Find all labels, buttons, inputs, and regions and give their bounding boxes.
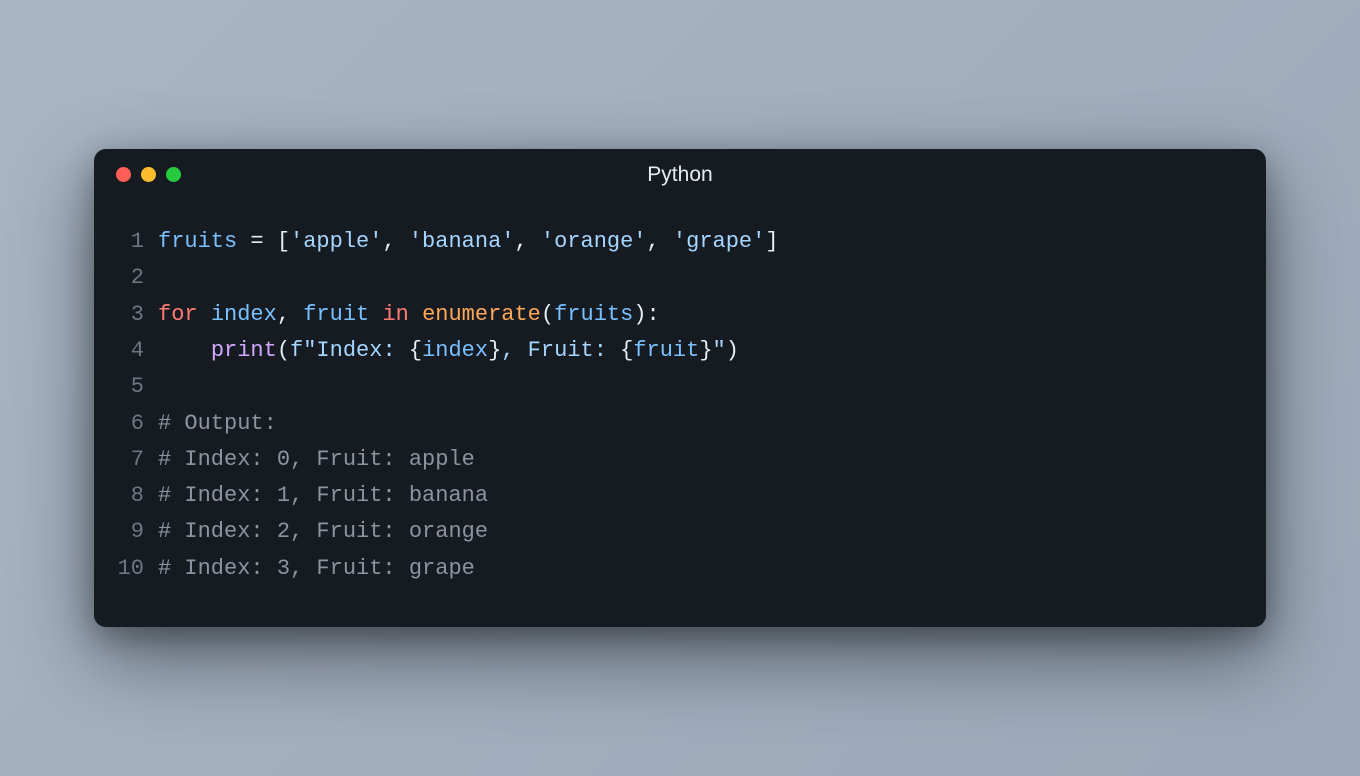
code-line: 1fruits = ['apple', 'banana', 'orange', … bbox=[116, 224, 1244, 260]
code-line: 3for index, fruit in enumerate(fruits): bbox=[116, 297, 1244, 333]
maximize-icon[interactable] bbox=[166, 167, 181, 182]
token-name: fruits bbox=[158, 229, 237, 254]
line-number: 9 bbox=[116, 514, 158, 550]
code-line: 7# Index: 0, Fruit: apple bbox=[116, 442, 1244, 478]
token-punct: , bbox=[647, 229, 673, 254]
code-area[interactable]: 1fruits = ['apple', 'banana', 'orange', … bbox=[94, 194, 1266, 627]
token-op bbox=[158, 338, 211, 363]
code-content: fruits = ['apple', 'banana', 'orange', '… bbox=[158, 224, 779, 260]
token-punct: [ bbox=[277, 229, 290, 254]
token-fstr: , Fruit: bbox=[501, 338, 620, 363]
titlebar: Python bbox=[94, 149, 1266, 194]
token-str: 'banana' bbox=[409, 229, 515, 254]
line-number: 4 bbox=[116, 333, 158, 369]
token-str: 'apple' bbox=[290, 229, 382, 254]
line-number: 6 bbox=[116, 406, 158, 442]
token-kw: for bbox=[158, 302, 198, 327]
code-content: print(f"Index: {index}, Fruit: {fruit}") bbox=[158, 333, 739, 369]
minimize-icon[interactable] bbox=[141, 167, 156, 182]
token-op bbox=[369, 302, 382, 327]
code-content: for index, fruit in enumerate(fruits): bbox=[158, 297, 660, 333]
token-punct: { bbox=[409, 338, 422, 363]
code-content: # Index: 0, Fruit: apple bbox=[158, 442, 475, 478]
close-icon[interactable] bbox=[116, 167, 131, 182]
token-comment: # Output: bbox=[158, 411, 277, 436]
token-punct: { bbox=[620, 338, 633, 363]
token-op bbox=[198, 302, 211, 327]
token-punct: ] bbox=[765, 229, 778, 254]
code-window: Python 1fruits = ['apple', 'banana', 'or… bbox=[94, 149, 1266, 627]
line-number: 3 bbox=[116, 297, 158, 333]
token-punct: } bbox=[488, 338, 501, 363]
token-op: = bbox=[237, 229, 277, 254]
line-number: 10 bbox=[116, 551, 158, 587]
line-number: 7 bbox=[116, 442, 158, 478]
token-interp: fruit bbox=[633, 338, 699, 363]
code-content: # Output: bbox=[158, 406, 277, 442]
line-number: 5 bbox=[116, 369, 158, 405]
token-comment: # Index: 0, Fruit: apple bbox=[158, 447, 475, 472]
line-number: 1 bbox=[116, 224, 158, 260]
token-name: index bbox=[211, 302, 277, 327]
token-comment: # Index: 1, Fruit: banana bbox=[158, 483, 488, 508]
token-kw: in bbox=[382, 302, 408, 327]
token-punct: , bbox=[514, 229, 540, 254]
token-func: print bbox=[211, 338, 277, 363]
traffic-lights bbox=[116, 167, 181, 182]
token-punct: } bbox=[699, 338, 712, 363]
code-line: 8# Index: 1, Fruit: banana bbox=[116, 478, 1244, 514]
token-str: 'grape' bbox=[673, 229, 765, 254]
token-op bbox=[409, 302, 422, 327]
token-punct: , bbox=[277, 302, 303, 327]
token-punct: ) bbox=[726, 338, 739, 363]
token-str: 'orange' bbox=[541, 229, 647, 254]
code-content: # Index: 1, Fruit: banana bbox=[158, 478, 488, 514]
window-title: Python bbox=[647, 163, 712, 187]
token-interp: index bbox=[422, 338, 488, 363]
token-punct: ( bbox=[541, 302, 554, 327]
token-name: fruits bbox=[554, 302, 633, 327]
token-punct: ): bbox=[633, 302, 659, 327]
token-punct: , bbox=[382, 229, 408, 254]
token-comment: # Index: 3, Fruit: grape bbox=[158, 556, 475, 581]
code-line: 10# Index: 3, Fruit: grape bbox=[116, 551, 1244, 587]
line-number: 2 bbox=[116, 260, 158, 296]
code-line: 6# Output: bbox=[116, 406, 1244, 442]
code-content: # Index: 2, Fruit: orange bbox=[158, 514, 488, 550]
token-name: fruit bbox=[303, 302, 369, 327]
token-fstr: " bbox=[713, 338, 726, 363]
token-comment: # Index: 2, Fruit: orange bbox=[158, 519, 488, 544]
code-line: 2 bbox=[116, 260, 1244, 296]
token-builtin: enumerate bbox=[422, 302, 541, 327]
line-number: 8 bbox=[116, 478, 158, 514]
token-fstr: f"Index: bbox=[290, 338, 409, 363]
code-line: 5 bbox=[116, 369, 1244, 405]
code-line: 4 print(f"Index: {index}, Fruit: {fruit}… bbox=[116, 333, 1244, 369]
token-punct: ( bbox=[277, 338, 290, 363]
code-line: 9# Index: 2, Fruit: orange bbox=[116, 514, 1244, 550]
code-content: # Index: 3, Fruit: grape bbox=[158, 551, 475, 587]
